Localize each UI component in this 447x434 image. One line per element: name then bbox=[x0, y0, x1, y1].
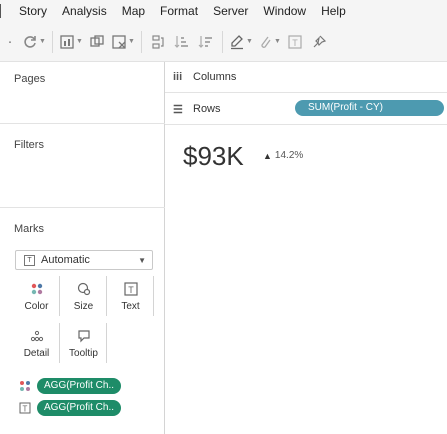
menu-analysis[interactable]: Analysis bbox=[62, 4, 107, 18]
rows-label: Rows bbox=[193, 103, 221, 115]
filters-title: Filters bbox=[14, 139, 44, 151]
menu-format[interactable]: Format bbox=[160, 4, 198, 18]
mark-type-dropdown[interactable]: T Automatic ▼ bbox=[15, 250, 153, 270]
annotate-icon[interactable]: ▼ bbox=[257, 30, 281, 54]
clear-sheet-icon[interactable]: ▼ bbox=[111, 30, 135, 54]
toolbar: · ▼ ▼ ▼ ▼ ▼ T bbox=[0, 22, 447, 62]
fit-icon[interactable]: T bbox=[285, 30, 305, 54]
marks-text-button[interactable]: T Text bbox=[108, 276, 154, 316]
mark-type-value: Automatic bbox=[41, 254, 90, 266]
marks-detail-button[interactable]: Detail bbox=[14, 323, 60, 363]
marks-pill-row: AGG(Profit Ch.. bbox=[18, 378, 122, 394]
refresh-icon[interactable]: ▼ bbox=[22, 30, 46, 54]
bar-chart-swap-icon[interactable]: ▼ bbox=[59, 30, 83, 54]
pages-card[interactable]: Pages bbox=[6, 62, 159, 117]
svg-text:T: T bbox=[23, 405, 28, 414]
rows-icon: ☰ bbox=[173, 103, 183, 116]
color-dots-icon bbox=[18, 379, 32, 393]
text-icon: T bbox=[18, 401, 32, 415]
color-dots-icon bbox=[30, 279, 44, 299]
sort-ascending-icon[interactable] bbox=[172, 30, 192, 54]
toolbar-separator bbox=[141, 30, 142, 53]
up-arrow-icon: ▲ bbox=[263, 150, 272, 161]
highlight-icon[interactable]: ▼ bbox=[229, 30, 253, 54]
menu-map[interactable]: Map bbox=[122, 4, 145, 18]
menu-divider bbox=[0, 4, 1, 18]
marks-size-button[interactable]: Size bbox=[61, 276, 107, 316]
marks-detail-label: Detail bbox=[23, 348, 50, 359]
pin-icon[interactable] bbox=[309, 30, 329, 54]
chevron-down-icon: ▼ bbox=[138, 255, 146, 265]
rows-pill[interactable]: SUM(Profit - CY) bbox=[295, 100, 444, 116]
pane-divider bbox=[0, 123, 165, 124]
toolbar-back-icon[interactable]: · bbox=[2, 30, 18, 54]
size-icon bbox=[77, 279, 91, 299]
duplicate-sheet-icon[interactable] bbox=[87, 30, 107, 54]
text-icon: T bbox=[123, 279, 138, 299]
kpi-value: $93K bbox=[183, 141, 244, 171]
filters-card[interactable]: Filters bbox=[6, 128, 159, 203]
marks-tooltip-button[interactable]: Tooltip bbox=[61, 323, 107, 363]
columns-icon: iii bbox=[173, 71, 183, 83]
marks-text-pill[interactable]: AGG(Profit Ch.. bbox=[37, 400, 122, 416]
menu-server[interactable]: Server bbox=[213, 4, 248, 18]
group-members-icon[interactable] bbox=[148, 30, 168, 54]
svg-text:T: T bbox=[292, 38, 298, 48]
marks-color-label: Color bbox=[24, 301, 49, 312]
detail-icon bbox=[30, 326, 44, 346]
marks-pill-row: T AGG(Profit Ch.. bbox=[18, 400, 122, 416]
toolbar-separator bbox=[52, 30, 53, 53]
svg-text:T: T bbox=[128, 285, 134, 295]
menu-window[interactable]: Window bbox=[263, 4, 306, 18]
marks-color-button[interactable]: Color bbox=[14, 276, 60, 316]
sort-descending-icon[interactable] bbox=[196, 30, 216, 54]
menu-story[interactable]: Story bbox=[19, 4, 47, 18]
marks-title: Marks bbox=[14, 223, 44, 235]
menu-help[interactable]: Help bbox=[321, 4, 346, 18]
menu-bar: Story Analysis Map Format Server Window … bbox=[0, 0, 447, 22]
shelf-divider bbox=[165, 124, 447, 125]
tooltip-icon bbox=[77, 326, 91, 346]
columns-label: Columns bbox=[193, 71, 237, 83]
pages-title: Pages bbox=[14, 73, 46, 85]
kpi-delta: ▲ 14.2% bbox=[263, 150, 303, 161]
kpi-delta-value: 14.2% bbox=[274, 150, 304, 161]
marks-card: Marks bbox=[6, 212, 159, 242]
pane-divider bbox=[0, 207, 165, 208]
marks-size-label: Size bbox=[73, 301, 94, 312]
columns-shelf[interactable]: iii Columns bbox=[165, 62, 447, 92]
marks-color-pill[interactable]: AGG(Profit Ch.. bbox=[37, 378, 122, 394]
shelf-divider bbox=[165, 92, 447, 93]
toolbar-separator bbox=[222, 30, 223, 53]
marks-tooltip-label: Tooltip bbox=[69, 348, 98, 359]
marks-text-label: Text bbox=[121, 301, 140, 312]
text-mark-icon: T bbox=[24, 254, 35, 266]
